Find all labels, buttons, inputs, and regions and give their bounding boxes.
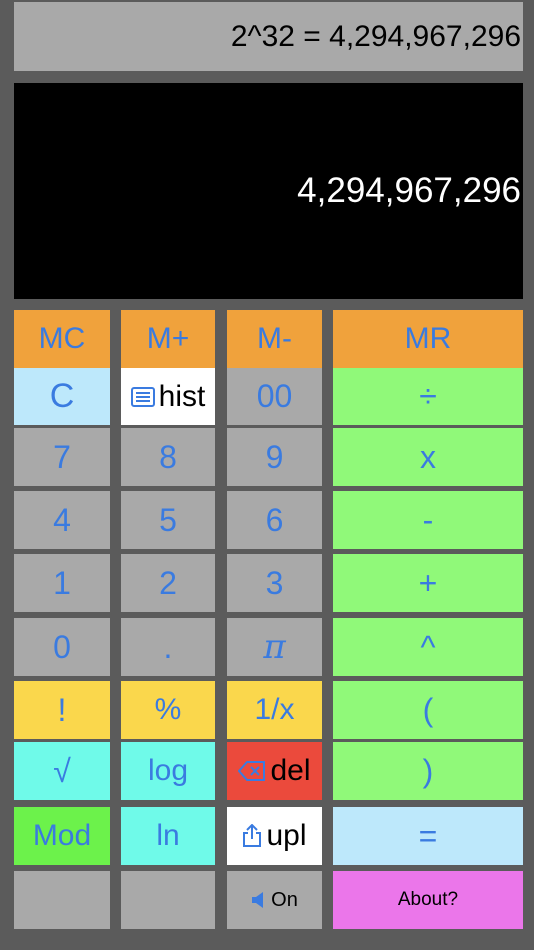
pi-button[interactable]: π (227, 618, 322, 676)
speaker-icon (251, 891, 267, 909)
upload-button[interactable]: upl (227, 807, 322, 865)
reciprocal-button[interactable]: 1/x (227, 681, 322, 739)
delete-label: del (270, 754, 311, 787)
history-label: hist (158, 379, 206, 413)
sqrt-button[interactable]: √ (14, 742, 110, 800)
percent-button[interactable]: % (121, 681, 215, 739)
digit-4-button[interactable]: 4 (14, 491, 110, 549)
digit-2-button[interactable]: 2 (121, 554, 215, 612)
digit-5-button[interactable]: 5 (121, 491, 215, 549)
upload-label: upl (266, 819, 307, 852)
sound-label: On (271, 888, 298, 911)
close-paren-button[interactable]: ) (333, 742, 523, 800)
divide-button[interactable]: ÷ (333, 368, 523, 425)
equals-button[interactable]: = (333, 807, 523, 865)
digit-0-button[interactable]: 0 (14, 618, 110, 676)
ln-button[interactable]: ln (121, 807, 215, 865)
multiply-button[interactable]: x (333, 428, 523, 486)
m-plus-button[interactable]: M+ (121, 310, 215, 368)
about-button[interactable]: About? (333, 871, 523, 929)
history-button[interactable]: hist (121, 368, 215, 425)
factorial-button[interactable]: ! (14, 681, 110, 739)
digit-1-button[interactable]: 1 (14, 554, 110, 612)
blank-button-2[interactable] (121, 871, 215, 929)
plus-button[interactable]: + (333, 554, 523, 612)
open-paren-button[interactable]: ( (333, 681, 523, 739)
digit-9-button[interactable]: 9 (227, 428, 322, 486)
m-minus-button[interactable]: M- (227, 310, 322, 368)
mr-button[interactable]: MR (333, 310, 523, 368)
log-button[interactable]: log (121, 742, 215, 800)
sound-toggle-button[interactable]: On (227, 871, 322, 929)
mod-button[interactable]: Mod (14, 807, 110, 865)
delete-button[interactable]: del (227, 742, 322, 800)
digit-8-button[interactable]: 8 (121, 428, 215, 486)
mc-button[interactable]: MC (14, 310, 110, 368)
clear-button[interactable]: C (14, 368, 110, 425)
blank-button-1[interactable] (14, 871, 110, 929)
decimal-button[interactable]: . (121, 618, 215, 676)
list-icon (130, 386, 155, 407)
digit-6-button[interactable]: 6 (227, 491, 322, 549)
share-icon (242, 824, 262, 848)
digit-3-button[interactable]: 3 (227, 554, 322, 612)
minus-button[interactable]: - (333, 491, 523, 549)
digit-7-button[interactable]: 7 (14, 428, 110, 486)
result-display: 4,294,967,296 (14, 83, 523, 299)
power-button[interactable]: ^ (333, 618, 523, 676)
double-zero-button[interactable]: 00 (227, 368, 322, 425)
backspace-icon (238, 761, 266, 781)
expression-display: 2^32 = 4,294,967,296 (14, 2, 523, 71)
